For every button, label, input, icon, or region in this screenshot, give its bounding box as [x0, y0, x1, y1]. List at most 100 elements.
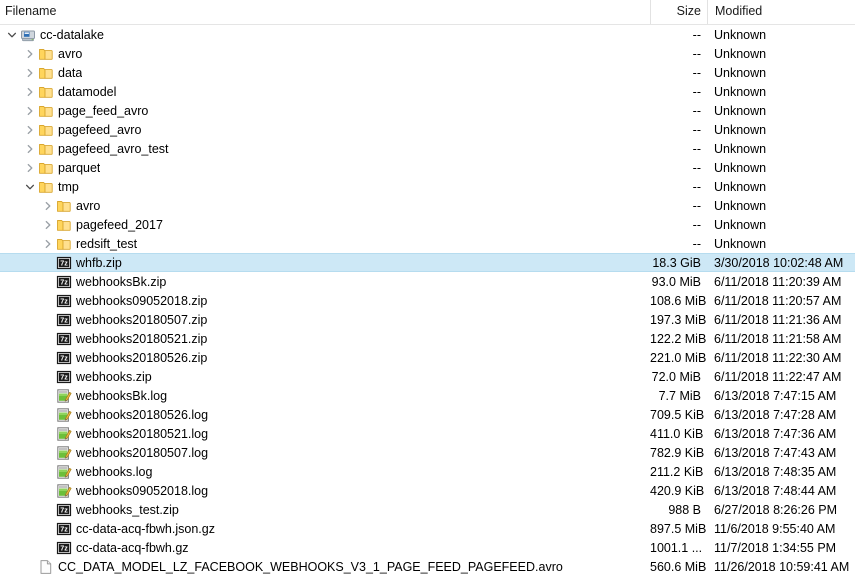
file-size-cell: 122.2 MiB — [650, 331, 707, 346]
file-name-cell: parquet — [0, 160, 650, 176]
file-row[interactable]: avro -- Unknown — [0, 44, 855, 63]
file-size-cell: -- — [692, 84, 701, 99]
folder-icon — [56, 236, 72, 252]
file-name-cell: 7z webhooks09052018.zip — [0, 293, 650, 309]
file-row[interactable]: webhooks20180526.log 709.5 KiB 6/13/2018 7… — [0, 405, 855, 424]
file-name-label: avro — [58, 46, 83, 61]
chevron-right-icon[interactable] — [40, 198, 56, 214]
file-row[interactable]: pagefeed_2017 -- Unknown — [0, 215, 855, 234]
file-row[interactable]: 7z webhooks20180521.zip 122.2 MiB 6/11/2018… — [0, 329, 855, 348]
sort-ascending-arrow-icon — [770, 0, 779, 1]
file-name-cell: webhooks20180507.log — [0, 445, 650, 461]
file-tree-rows: cc-datalake -- Unknown avro -- Unknown data -- U… — [0, 25, 855, 576]
file-name-label: datamodel — [58, 84, 117, 99]
file-size-cell: -- — [692, 122, 701, 137]
file-row[interactable]: webhooks09052018.log 420.9 KiB 6/13/2018 7… — [0, 481, 855, 500]
file-row[interactable]: data -- Unknown — [0, 63, 855, 82]
file-name-cell: webhooks09052018.log — [0, 483, 650, 499]
file-row[interactable]: webhooks.log 211.2 KiB 6/13/2018 7:48:35 A… — [0, 462, 855, 481]
chevron-right-icon[interactable] — [40, 236, 56, 252]
file-row[interactable]: 7z webhooks_test.zip 988 B 6/27/2018 8:26:2… — [0, 500, 855, 519]
chevron-down-icon[interactable] — [22, 179, 38, 195]
file-name-label: webhooks20180526.zip — [76, 350, 208, 365]
file-row[interactable]: 7z webhooks09052018.zip 108.6 MiB 6/11/2018… — [0, 291, 855, 310]
file-row[interactable]: pagefeed_avro_test -- Unknown — [0, 139, 855, 158]
log-file-icon — [56, 388, 72, 404]
file-row[interactable]: datamodel -- Unknown — [0, 82, 855, 101]
file-modified-cell: Unknown — [714, 103, 767, 118]
file-name-cell: 7z webhooks20180521.zip — [0, 331, 650, 347]
file-modified-cell: 6/13/2018 7:47:15 AM — [714, 388, 837, 403]
file-name-label: cc-data-acq-fbwh.gz — [76, 540, 189, 555]
file-name-label: data — [58, 65, 83, 80]
file-size-cell: -- — [692, 236, 701, 251]
file-modified-cell: Unknown — [714, 27, 767, 42]
file-name-label: pagefeed_avro_test — [58, 141, 169, 156]
file-row[interactable]: pagefeed_avro -- Unknown — [0, 120, 855, 139]
file-size-cell: 709.5 KiB — [650, 407, 705, 422]
file-row[interactable]: 7z cc-data-acq-fbwh.json.gz 897.5 MiB 11/6/… — [0, 519, 855, 538]
file-modified-cell: 6/13/2018 7:47:43 AM — [714, 445, 837, 460]
folder-icon — [38, 141, 54, 157]
file-row[interactable]: page_feed_avro -- Unknown — [0, 101, 855, 120]
file-row[interactable]: CC_DATA_MODEL_LZ_FACEBOOK_WEBHOOKS_V3_1_… — [0, 557, 855, 576]
file-row-selected[interactable]: 7z whfb.zip 18.3 GiB 3/30/2018 10:02:48 AM — [0, 253, 855, 272]
file-name-label: webhooks09052018.log — [76, 483, 209, 498]
file-row[interactable]: webhooksBk.log 7.7 MiB 6/13/2018 7:47:15 A… — [0, 386, 855, 405]
file-modified-cell: Unknown — [714, 84, 767, 99]
file-name-cell: 7z webhooks20180507.zip — [0, 312, 650, 328]
file-row[interactable]: parquet -- Unknown — [0, 158, 855, 177]
column-header-size[interactable]: Size — [650, 0, 707, 24]
chevron-right-icon[interactable] — [40, 217, 56, 233]
file-row[interactable]: redsift_test -- Unknown — [0, 234, 855, 253]
file-modified-cell: Unknown — [714, 65, 767, 80]
file-row[interactable]: webhooks20180507.log 782.9 KiB 6/13/2018 7… — [0, 443, 855, 462]
file-row[interactable]: 7z webhooks.zip 72.0 MiB 6/11/2018 11:22:47… — [0, 367, 855, 386]
column-header-modified[interactable]: Modified — [707, 0, 855, 24]
file-modified-cell: 6/27/2018 8:26:26 PM — [714, 502, 838, 517]
file-row[interactable]: tmp -- Unknown — [0, 177, 855, 196]
file-row[interactable]: 7z webhooks20180526.zip 221.0 MiB 6/11/2018… — [0, 348, 855, 367]
file-row[interactable]: 7z webhooksBk.zip 93.0 MiB 6/11/2018 11:20:… — [0, 272, 855, 291]
folder-icon — [38, 46, 54, 62]
file-size-cell: -- — [692, 217, 701, 232]
folder-icon — [56, 198, 72, 214]
file-name-cell: avro — [0, 46, 650, 62]
sevenzip-icon: 7z — [56, 350, 72, 366]
chevron-right-icon[interactable] — [22, 65, 38, 81]
chevron-down-icon[interactable] — [4, 27, 20, 43]
column-header-size-label: Size — [676, 4, 701, 18]
chevron-right-icon[interactable] — [22, 103, 38, 119]
folder-icon — [38, 65, 54, 81]
file-name-cell: 7z webhooks_test.zip — [0, 502, 650, 518]
column-header-filename[interactable]: Filename — [0, 0, 650, 24]
log-file-icon — [56, 445, 72, 461]
file-modified-cell: Unknown — [714, 160, 767, 175]
file-name-cell: page_feed_avro — [0, 103, 650, 119]
file-row[interactable]: 7z cc-data-acq-fbwh.gz 1001.1 ... 11/7/2018… — [0, 538, 855, 557]
file-browser: Filename Size Modified cc-datalake -- Unkn… — [0, 0, 855, 586]
file-row[interactable]: webhooks20180521.log 411.0 KiB 6/13/2018 7… — [0, 424, 855, 443]
chevron-right-icon[interactable] — [22, 141, 38, 157]
file-row[interactable]: 7z webhooks20180507.zip 197.3 MiB 6/11/2018… — [0, 310, 855, 329]
chevron-right-icon[interactable] — [22, 122, 38, 138]
file-name-cell: webhooksBk.log — [0, 388, 650, 404]
log-file-icon — [56, 464, 72, 480]
file-name-cell: 7z webhooks.zip — [0, 369, 650, 385]
file-name-cell: 7z webhooksBk.zip — [0, 274, 650, 290]
file-name-label: cc-data-acq-fbwh.json.gz — [76, 521, 215, 536]
chevron-right-icon[interactable] — [22, 160, 38, 176]
chevron-right-icon[interactable] — [22, 46, 38, 62]
chevron-right-icon[interactable] — [22, 84, 38, 100]
file-row[interactable]: cc-datalake -- Unknown — [0, 25, 855, 44]
generic-file-icon — [38, 559, 54, 575]
file-row[interactable]: avro -- Unknown — [0, 196, 855, 215]
file-size-cell: 560.6 MiB — [650, 559, 707, 574]
file-size-cell: -- — [692, 141, 701, 156]
sevenzip-icon: 7z — [56, 369, 72, 385]
file-modified-cell: 3/30/2018 10:02:48 AM — [714, 255, 844, 270]
file-name-cell: webhooks20180521.log — [0, 426, 650, 442]
